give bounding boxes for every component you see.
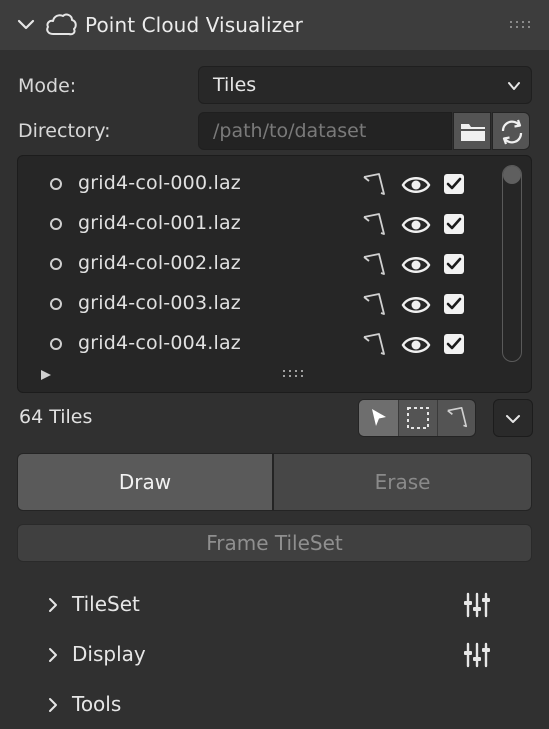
scrollbar-thumb[interactable]	[503, 166, 521, 184]
chevron-right-icon	[49, 648, 57, 662]
subpanel-label: Display	[72, 642, 146, 666]
chevron-down-icon	[506, 415, 520, 423]
cloud-icon	[46, 13, 77, 36]
settings-sliders-icon[interactable]	[462, 641, 492, 669]
list-item[interactable]: grid4-col-000.laz	[18, 165, 498, 205]
file-list[interactable]: grid4-col-000.laz grid4-col-001.laz grid…	[17, 155, 532, 393]
erase-button[interactable]: Erase	[273, 453, 532, 511]
checkmark-icon	[446, 177, 462, 190]
directory-label: Directory:	[18, 120, 111, 142]
list-item[interactable]: grid4-col-001.laz	[18, 205, 498, 245]
mode-label: Mode:	[18, 75, 77, 97]
expand-list-icon[interactable]	[39, 369, 53, 381]
subpanel-tools[interactable]: Tools	[0, 684, 549, 726]
refresh-icon	[501, 119, 523, 145]
chevron-right-icon	[49, 598, 57, 612]
box-select-tool-button[interactable]	[398, 400, 437, 436]
chevron-down-icon	[508, 82, 520, 90]
subpanel-label: TileSet	[72, 592, 140, 616]
frame-tileset-button[interactable]: Frame TileSet	[17, 524, 532, 562]
chevron-right-icon	[49, 698, 57, 712]
subpanel-display[interactable]: Display	[0, 634, 549, 676]
box-select-icon	[407, 407, 429, 429]
list-item[interactable]: grid4-col-002.laz	[18, 245, 498, 285]
checkmark-icon	[446, 217, 462, 230]
lasso-icon[interactable]	[361, 212, 387, 238]
eye-icon[interactable]	[401, 334, 431, 356]
directory-placeholder: /path/to/dataset	[213, 120, 367, 142]
bullet-icon	[50, 258, 62, 270]
lasso-icon[interactable]	[361, 172, 387, 198]
subpanel-label: Tools	[72, 692, 122, 716]
lasso-tool-button[interactable]	[437, 400, 475, 436]
directory-input[interactable]: /path/to/dataset	[198, 112, 452, 150]
list-item[interactable]: grid4-col-003.laz	[18, 285, 498, 325]
browse-folder-button[interactable]	[453, 112, 491, 150]
folder-icon	[461, 124, 485, 141]
lasso-icon[interactable]	[361, 252, 387, 278]
lasso-icon[interactable]	[361, 332, 387, 358]
checkmark-icon	[446, 337, 462, 350]
eye-icon[interactable]	[401, 294, 431, 316]
selection-tool-group[interactable]	[358, 399, 476, 437]
mode-select[interactable]: Tiles	[198, 66, 532, 104]
file-name: grid4-col-002.laz	[78, 252, 241, 274]
file-name: grid4-col-000.laz	[78, 172, 241, 194]
scrollbar-track[interactable]	[502, 165, 522, 362]
panel-title: Point Cloud Visualizer	[85, 13, 303, 37]
subpanel-tileset[interactable]: TileSet	[0, 584, 549, 626]
checkbox[interactable]	[444, 254, 464, 274]
tools-dropdown-button[interactable]	[493, 399, 533, 437]
checkbox[interactable]	[444, 294, 464, 314]
checkbox[interactable]	[444, 174, 464, 194]
list-item[interactable]: grid4-col-004.laz	[18, 325, 498, 365]
file-name: grid4-col-004.laz	[78, 332, 241, 354]
bullet-icon	[50, 178, 62, 190]
pointer-tool-button[interactable]	[359, 400, 398, 436]
lasso-icon	[447, 407, 468, 428]
drag-handle-icon[interactable]	[509, 20, 533, 30]
file-name: grid4-col-003.laz	[78, 292, 241, 314]
bullet-icon	[50, 218, 62, 230]
bullet-icon	[50, 298, 62, 310]
checkbox[interactable]	[444, 334, 464, 354]
chevron-down-icon[interactable]	[14, 13, 38, 37]
draw-button[interactable]: Draw	[17, 453, 273, 511]
resize-handle-icon[interactable]	[282, 369, 306, 379]
eye-icon[interactable]	[401, 214, 431, 236]
checkmark-icon	[446, 257, 462, 270]
settings-sliders-icon[interactable]	[462, 591, 492, 619]
eye-icon[interactable]	[401, 254, 431, 276]
file-name: grid4-col-001.laz	[78, 212, 241, 234]
panel-header[interactable]: Point Cloud Visualizer	[0, 0, 549, 50]
lasso-icon[interactable]	[361, 292, 387, 318]
mode-value: Tiles	[213, 74, 257, 96]
checkbox[interactable]	[444, 214, 464, 234]
bullet-icon	[50, 338, 62, 350]
checkmark-icon	[446, 297, 462, 310]
pointer-icon	[372, 409, 386, 426]
refresh-button[interactable]	[492, 112, 530, 150]
eye-icon[interactable]	[401, 174, 431, 196]
tile-count: 64 Tiles	[19, 406, 93, 428]
